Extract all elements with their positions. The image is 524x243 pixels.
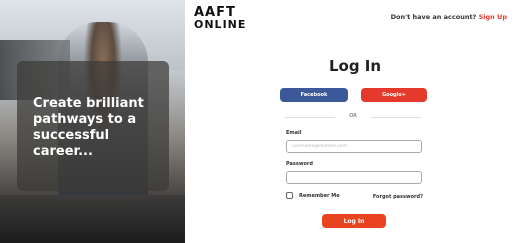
signup-prompt: Don't have an account? Sign Up [391, 13, 507, 21]
page-title: Log In [328, 57, 382, 75]
login-panel [185, 0, 524, 243]
password-field[interactable] [286, 171, 422, 184]
remember-me-label[interactable]: Remember Me [299, 193, 340, 199]
email-label: Email [286, 130, 302, 136]
remember-me-checkbox[interactable] [286, 192, 293, 199]
facebook-login-button[interactable]: Facebook [280, 88, 348, 102]
brand-logo-line2: ONLINE [194, 18, 247, 31]
google-login-button[interactable]: Google+ [361, 88, 427, 102]
hero-tagline: Create brilliant pathways to a successfu… [33, 96, 144, 159]
email-field[interactable] [286, 140, 422, 153]
or-divider: OR [285, 113, 421, 121]
signup-prompt-text: Don't have an account? [390, 13, 477, 21]
brand-logo[interactable]: AAFT ONLINE [194, 6, 247, 31]
or-text: OR [349, 113, 357, 119]
divider-line-right [371, 117, 421, 118]
remember-me-row: Remember Me [286, 192, 340, 199]
password-label: Password [286, 161, 313, 167]
hero-image: Create brilliant pathways to a successfu… [0, 0, 185, 243]
forgot-password-link[interactable]: Forgot password? [373, 194, 423, 200]
signup-link[interactable]: Sign Up [479, 13, 507, 21]
laptop-foreground [0, 195, 185, 243]
login-button[interactable]: Log In [322, 214, 386, 228]
